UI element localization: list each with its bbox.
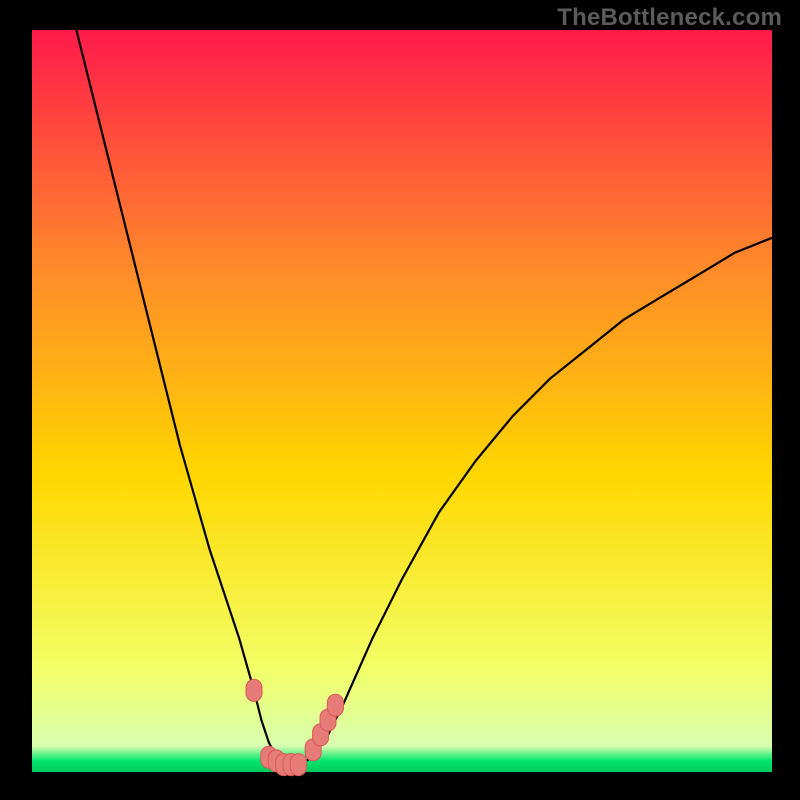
chart-svg	[0, 0, 800, 800]
curve-marker	[246, 679, 262, 701]
curve-marker	[290, 754, 306, 776]
chart-frame: { "watermark": "TheBottleneck.com", "col…	[0, 0, 800, 800]
watermark-text: TheBottleneck.com	[557, 4, 782, 32]
plot-background	[32, 30, 772, 772]
curve-marker	[327, 694, 343, 716]
